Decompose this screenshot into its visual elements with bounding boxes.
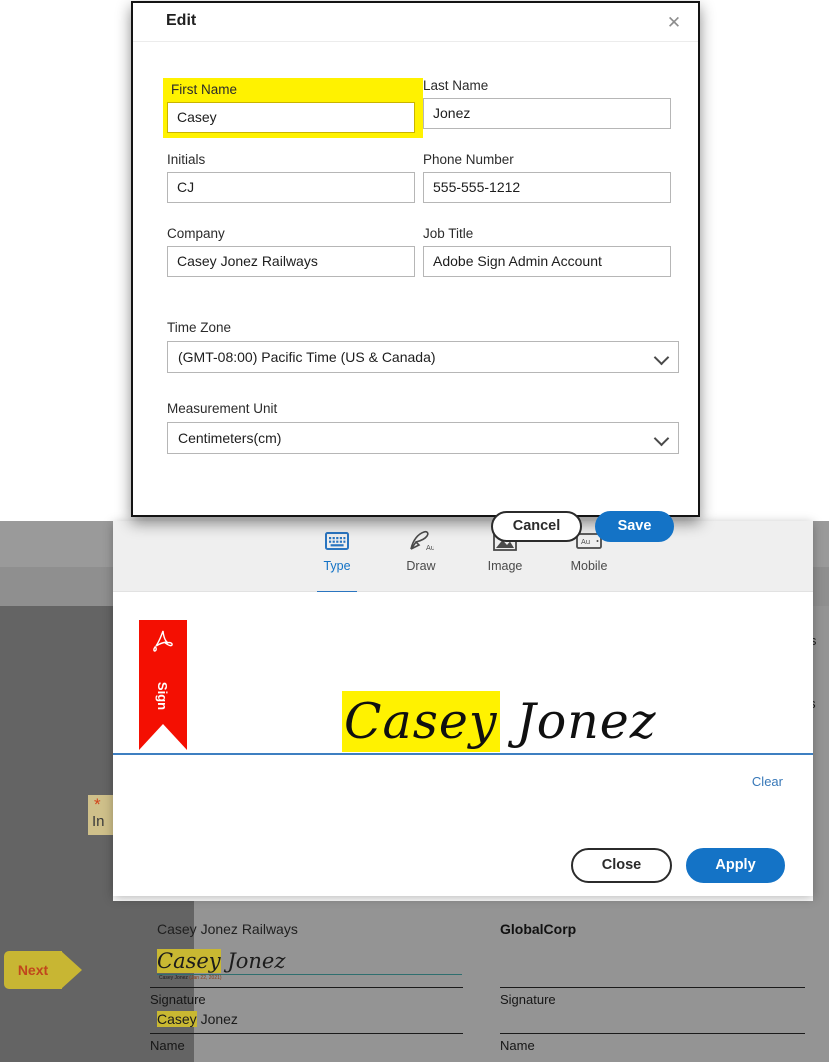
phone-group: Phone Number 555-555-1212 [423, 152, 671, 203]
first-name-label: First Name [171, 82, 238, 97]
chevron-down-icon [653, 349, 670, 366]
required-field-label: In [92, 813, 105, 830]
company-input[interactable]: Casey Jonez Railways [167, 246, 415, 277]
first-name-group: First Name Casey [163, 78, 423, 138]
chevron-down-icon [653, 430, 670, 447]
tab-draw-label: Draw [406, 559, 436, 573]
right-name-rule [500, 1033, 805, 1034]
initials-input[interactable]: CJ [167, 172, 415, 203]
measurement-unit-select[interactable]: Centimeters(cm) [167, 422, 679, 454]
time-zone-group: Time Zone (GMT-08:00) Pacific Time (US &… [167, 320, 679, 373]
typed-signature-text: Casey Jonez [342, 691, 657, 752]
dialog-titlebar: Edit ✕ [133, 3, 698, 42]
dialog-title: Edit [166, 12, 197, 29]
left-signature-rule [150, 987, 463, 988]
initials-label: Initials [167, 152, 206, 167]
job-title-input[interactable]: Adobe Sign Admin Account [423, 246, 671, 277]
clear-signature-link[interactable]: Clear [752, 774, 783, 789]
measurement-unit-value: Centimeters(cm) [178, 430, 282, 446]
sign-flag-point-icon [139, 724, 187, 750]
left-signature-label: Signature [150, 992, 206, 1007]
form-row-initials-phone: Initials CJ Phone Number 555-555-1212 [167, 152, 679, 212]
sign-flag-label: Sign [155, 681, 171, 711]
form-row-company-job: Company Casey Jonez Railways Job Title A… [167, 226, 679, 286]
phone-input[interactable]: 555-555-1212 [423, 172, 671, 203]
right-signature-rule [500, 987, 805, 988]
document-signature-block: Casey Jonez Railways Signature Name Glob… [0, 905, 829, 1062]
required-asterisk-icon: * [94, 795, 101, 814]
adobe-acrobat-icon [153, 630, 173, 652]
signature-panel: Type Au Draw Image Au Mobile Casey Jonez… [113, 521, 813, 896]
last-name-label: Last Name [423, 78, 489, 93]
save-button[interactable]: Save [595, 510, 674, 542]
dialog-actions: Cancel Save [133, 497, 698, 555]
first-name-input[interactable]: Casey [167, 102, 415, 133]
applied-signature-field[interactable]: Casey Jonez Casey Jonez (Jan 22, 2021) [157, 949, 462, 982]
left-name-rule [150, 1033, 463, 1034]
edit-profile-dialog: Edit ✕ First Name Casey Last Name Jonez … [131, 1, 700, 542]
apply-button[interactable]: Apply [686, 847, 785, 883]
job-title-group: Job Title Adobe Sign Admin Account [423, 226, 671, 277]
applied-signature-stamp: Casey Jonez (Jan 22, 2021) [159, 975, 222, 981]
last-name-group: Last Name Jonez [423, 78, 671, 129]
left-name-label: Name [150, 1038, 185, 1053]
left-company-name: Casey Jonez Railways [157, 921, 298, 937]
tab-type-label: Type [323, 559, 351, 573]
initials-group: Initials CJ [167, 152, 415, 203]
last-name-input[interactable]: Jonez [423, 98, 671, 129]
sign-flag[interactable]: Sign [139, 620, 187, 750]
right-company-name: GlobalCorp [500, 921, 577, 937]
phone-label: Phone Number [423, 152, 514, 167]
right-signature-label: Signature [500, 992, 556, 1007]
dialog-body: First Name Casey Last Name Jonez Initial… [133, 42, 698, 542]
time-zone-value: (GMT-08:00) Pacific Time (US & Canada) [178, 349, 436, 365]
form-row-names: First Name Casey Last Name Jonez [163, 78, 679, 138]
job-title-label: Job Title [423, 226, 474, 241]
company-label: Company [167, 226, 225, 241]
right-name-label: Name [500, 1038, 535, 1053]
time-zone-select[interactable]: (GMT-08:00) Pacific Time (US & Canada) [167, 341, 679, 373]
applied-name-field[interactable]: Casey Jonez [157, 1011, 238, 1027]
applied-signature-text: Casey Jonez [157, 949, 286, 973]
tab-mobile-label: Mobile [570, 559, 608, 573]
company-group: Company Casey Jonez Railways [167, 226, 415, 277]
signature-panel-actions: Close Apply [113, 834, 813, 896]
measurement-unit-label: Measurement Unit [167, 401, 278, 416]
measurement-unit-group: Measurement Unit Centimeters(cm) [167, 401, 679, 454]
close-icon[interactable]: ✕ [662, 11, 686, 35]
time-zone-label: Time Zone [167, 320, 232, 335]
cancel-button[interactable]: Cancel [491, 510, 582, 542]
signature-baseline [113, 753, 813, 755]
tab-image-label: Image [487, 559, 523, 573]
close-button[interactable]: Close [571, 847, 672, 883]
